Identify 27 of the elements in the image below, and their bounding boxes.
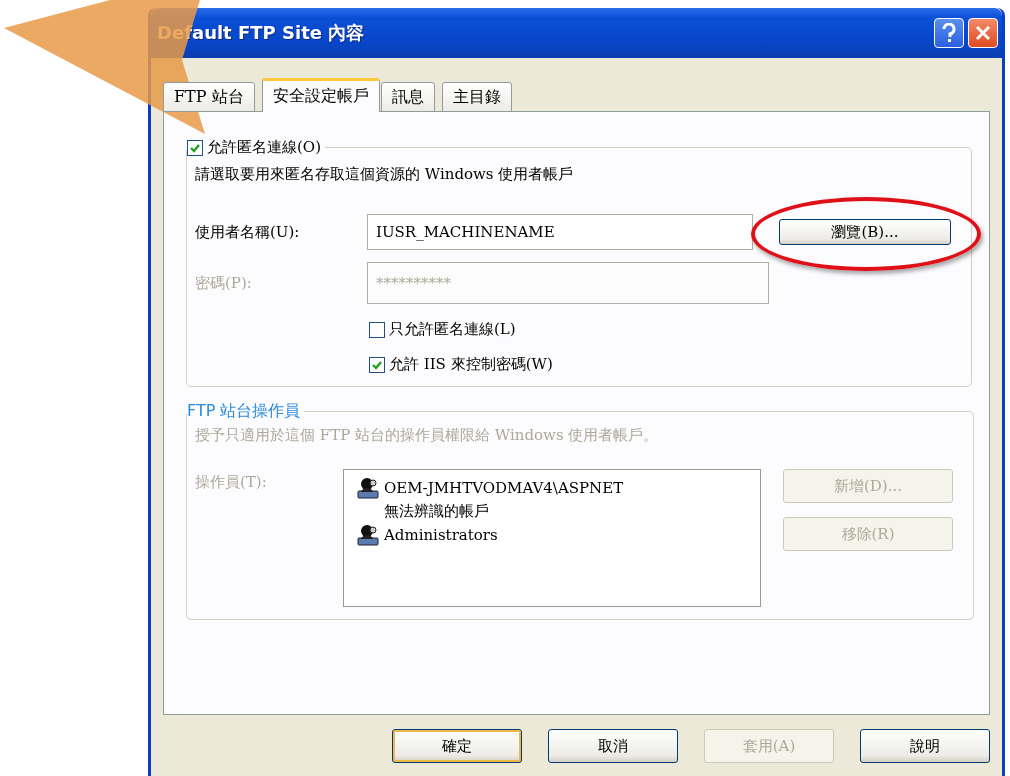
description-text: 授予只適用於這個 FTP 站台的操作員權限給 Windows 使用者帳戶。 <box>195 426 659 444</box>
dialog-button[interactable]: 說明 <box>860 729 990 763</box>
input-field[interactable]: IUSR_MACHINENAME <box>367 214 753 250</box>
group-title: FTP 站台操作員 <box>187 401 301 420</box>
checkbox[interactable] <box>369 321 385 338</box>
dialog-button[interactable]: 取消 <box>548 729 678 763</box>
field-label: 密碼(P): <box>195 273 253 293</box>
tab[interactable]: 訊息 <box>380 82 435 112</box>
checkbox-label: 只允許匿名連線(L) <box>389 320 516 339</box>
checkbox[interactable] <box>187 139 203 156</box>
checkbox-label: 允許 IIS 來控制密碼(W) <box>389 355 553 374</box>
checkbox[interactable] <box>369 356 385 373</box>
close-icon <box>975 25 991 41</box>
tab[interactable]: FTP 站台 <box>163 82 255 112</box>
help-icon <box>942 23 956 43</box>
tab[interactable]: 安全設定帳戶 <box>261 78 380 112</box>
close-button[interactable] <box>968 18 998 48</box>
description-text: 請選取要用來匿名存取這個資源的 Windows 使用者帳戶 <box>195 165 575 184</box>
user-group-icon <box>356 476 380 500</box>
tab[interactable]: 主目錄 <box>441 82 512 112</box>
user-group-icon <box>356 523 380 547</box>
browse-button[interactable]: 瀏覽(B)... <box>779 219 951 245</box>
checkbox-label: 允許匿名連線(O) <box>207 138 321 157</box>
field-label: 操作員(T): <box>195 473 268 492</box>
dialog-button[interactable]: 確定 <box>392 729 522 763</box>
help-button[interactable] <box>934 18 964 48</box>
field-label: 使用者名稱(U): <box>195 222 301 242</box>
